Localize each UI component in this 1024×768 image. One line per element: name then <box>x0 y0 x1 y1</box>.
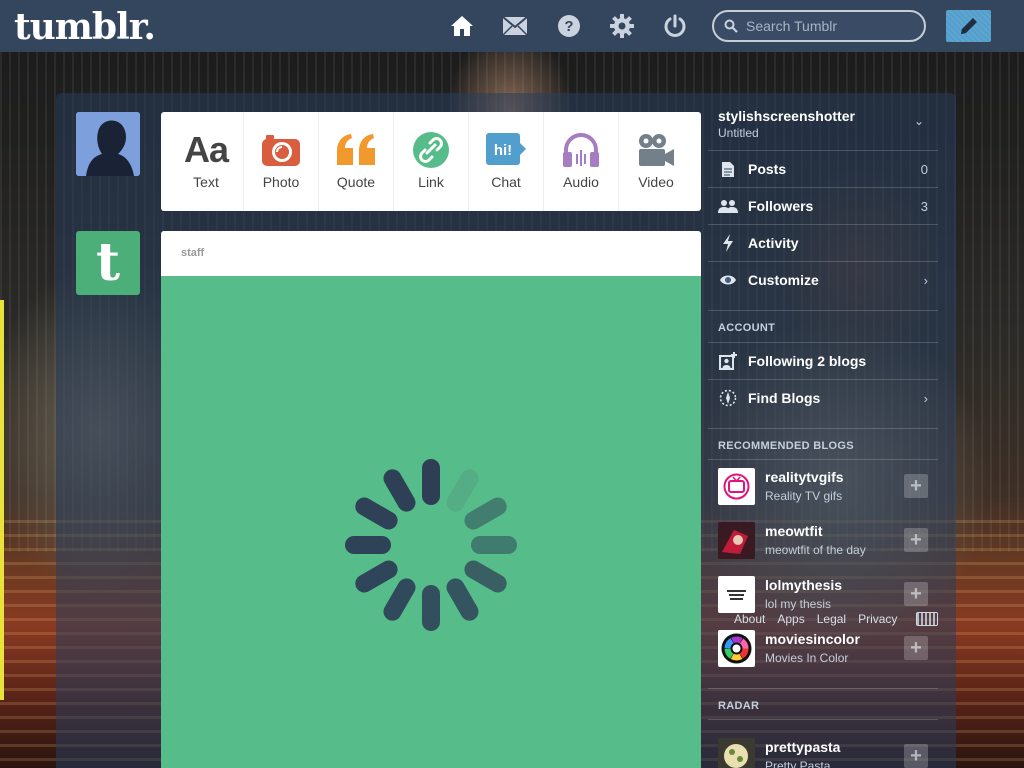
footer-link-about[interactable]: About <box>734 612 765 626</box>
recommended-blog[interactable]: realitytvgifs Reality TV gifs + <box>708 460 938 514</box>
search-input[interactable] <box>746 18 906 34</box>
quote-icon <box>335 130 377 170</box>
follow-button[interactable]: + <box>904 528 928 552</box>
staff-avatar[interactable]: t <box>76 231 140 295</box>
post-type-link[interactable]: Link <box>394 112 469 211</box>
sidebar-item-find-blogs[interactable]: Find Blogs › <box>708 379 938 416</box>
search-icon <box>724 19 738 33</box>
post-type-chat[interactable]: hi! Chat <box>469 112 544 211</box>
recommended-heading: RECOMMENDED BLOGS <box>718 440 854 452</box>
post-type-label: Video <box>638 174 674 190</box>
post-type-label: Chat <box>491 174 521 190</box>
divider <box>708 719 938 720</box>
footer-link-privacy[interactable]: Privacy <box>858 612 897 626</box>
sidebar-item-following[interactable]: Following 2 blogs <box>708 342 938 379</box>
blog-title: Untitled <box>718 126 759 140</box>
chevron-down-icon[interactable]: ⌄ <box>914 114 924 128</box>
text-icon: Aa <box>183 129 229 170</box>
divider <box>708 688 938 689</box>
eye-icon <box>718 274 738 286</box>
color-wheel-icon <box>718 630 755 667</box>
tv-icon <box>718 468 755 505</box>
sidebar-item-posts[interactable]: Posts 0 <box>708 150 938 187</box>
recommended-blog[interactable]: meowtfit meowtfit of the day + <box>708 514 938 568</box>
post-type-label: Photo <box>262 174 300 190</box>
silhouette-icon <box>76 112 140 176</box>
sidebar-item-activity[interactable]: Activity <box>708 224 938 261</box>
svg-text:hi!: hi! <box>494 142 512 159</box>
background-edge <box>0 300 4 700</box>
post-type-label: Text <box>193 174 219 190</box>
posts-icon <box>718 161 738 178</box>
keyboard-shortcuts-icon[interactable] <box>916 612 938 626</box>
svg-text:?: ? <box>564 18 573 35</box>
post-type-photo[interactable]: Photo <box>244 112 319 211</box>
help-icon[interactable]: ? <box>555 12 583 40</box>
sidebar-item-followers[interactable]: Followers 3 <box>708 187 938 224</box>
blog-avatar <box>718 738 755 768</box>
staff-avatar-letter: t <box>95 232 121 293</box>
divider <box>708 310 938 311</box>
account-heading: ACCOUNT <box>718 322 776 334</box>
post-type-text[interactable]: Aa Text <box>169 112 244 211</box>
sidebar-item-customize[interactable]: Customize › <box>708 261 938 298</box>
post-type-audio[interactable]: Audio <box>544 112 619 211</box>
settings-icon[interactable] <box>608 12 636 40</box>
search-box[interactable] <box>712 10 926 42</box>
post-type-label: Link <box>418 174 444 190</box>
inbox-icon[interactable] <box>501 12 529 40</box>
compose-button[interactable] <box>946 10 991 42</box>
user-avatar[interactable] <box>76 112 140 176</box>
camera-icon <box>261 130 301 170</box>
add-following-icon <box>718 352 738 370</box>
home-icon[interactable] <box>448 12 476 40</box>
follow-button[interactable]: + <box>904 744 928 768</box>
followers-count: 3 <box>920 198 928 214</box>
chevron-right-icon: › <box>923 272 928 288</box>
radar-blog[interactable]: prettypasta Pretty Pasta + <box>708 730 938 768</box>
recommended-blog[interactable]: moviesincolor Movies In Color + <box>708 622 938 676</box>
top-header: tumblr. ? <box>0 0 1024 52</box>
right-sidebar: stylishscreenshotter Untitled ⌄ Posts 0 … <box>708 98 938 768</box>
blog-name[interactable]: stylishscreenshotter <box>718 108 855 124</box>
post-type-quote[interactable]: Quote <box>319 112 394 211</box>
follow-button[interactable]: + <box>904 582 928 606</box>
follow-button[interactable]: + <box>904 474 928 498</box>
link-icon <box>412 130 450 170</box>
post-type-video[interactable]: Video <box>619 112 693 211</box>
follow-button[interactable]: + <box>904 636 928 660</box>
logout-icon[interactable] <box>661 12 689 40</box>
blog-avatar <box>718 522 755 559</box>
radar-heading: RADAR <box>718 700 760 712</box>
video-camera-icon <box>637 130 675 170</box>
divider <box>708 428 938 429</box>
lightning-icon <box>718 234 738 252</box>
compass-icon <box>718 389 738 407</box>
post-type-label: Quote <box>336 174 376 190</box>
compose-icon <box>960 18 977 34</box>
followers-icon <box>718 199 738 213</box>
blog-avatar <box>718 576 755 613</box>
footer-link-legal[interactable]: Legal <box>817 612 846 626</box>
footer-link-apps[interactable]: Apps <box>777 612 804 626</box>
headphones-icon <box>561 130 601 170</box>
posts-count: 0 <box>920 161 928 177</box>
chevron-right-icon: › <box>923 390 928 406</box>
post-type-bar: Aa Text Photo Quote Link hi! Chat Audio <box>161 112 701 211</box>
post-author[interactable]: staff <box>161 231 701 276</box>
tumblr-logo[interactable]: tumblr. <box>14 6 156 48</box>
chat-icon: hi! <box>485 130 527 170</box>
post-type-label: Audio <box>563 174 599 190</box>
footer-links: About Apps Legal Privacy <box>734 612 897 626</box>
post-card: staff <box>161 231 701 768</box>
